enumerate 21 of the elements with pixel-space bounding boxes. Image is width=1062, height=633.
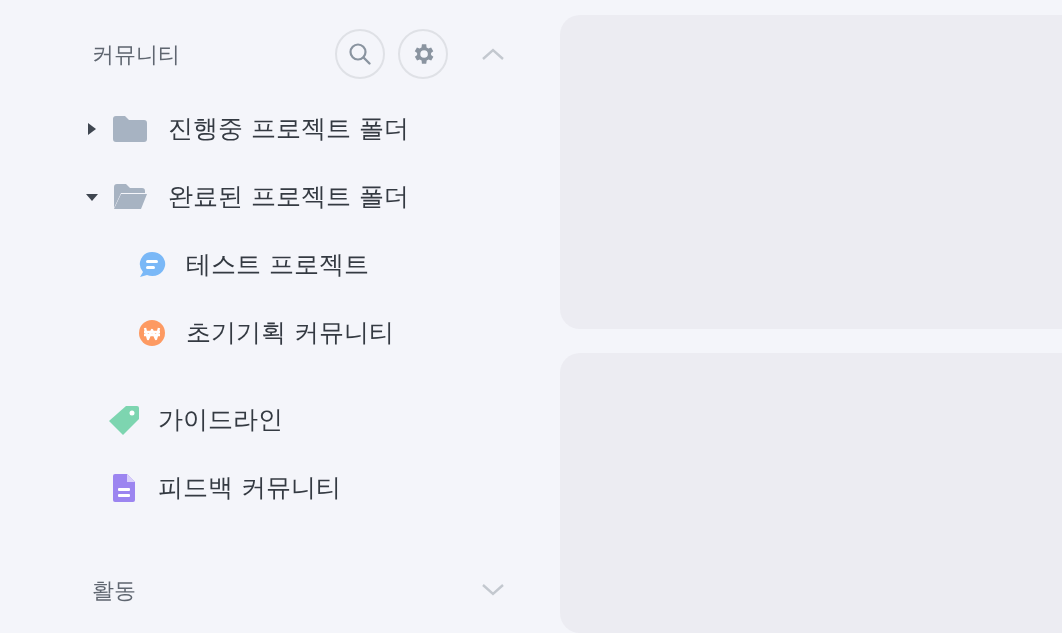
folder-icon	[112, 183, 148, 211]
won-coin-icon	[138, 319, 166, 347]
caret-down-icon[interactable]	[86, 191, 98, 203]
search-button[interactable]	[335, 29, 385, 79]
chevron-up-icon	[481, 47, 505, 61]
item-label[interactable]: 완료된 프로젝트 폴더	[168, 178, 409, 216]
item-label[interactable]: 피드백 커뮤니티	[158, 469, 341, 507]
item-label[interactable]: 테스트 프로젝트	[186, 246, 369, 284]
section-title: 커뮤니티	[92, 40, 180, 69]
document-icon	[112, 473, 136, 503]
folder-icon	[112, 115, 148, 143]
item-label[interactable]: 진행중 프로젝트 폴더	[168, 110, 409, 148]
chevron-down-icon	[481, 583, 505, 597]
item-label[interactable]: 초기기획 커뮤니티	[186, 314, 394, 352]
tag-icon	[108, 404, 140, 436]
caret-right-icon[interactable]	[86, 123, 98, 135]
chat-bubble-icon	[138, 251, 166, 279]
item-label[interactable]: 가이드라인	[158, 401, 283, 439]
settings-button[interactable]	[398, 29, 448, 79]
search-icon	[348, 42, 372, 66]
section-title: 활동	[92, 576, 136, 605]
